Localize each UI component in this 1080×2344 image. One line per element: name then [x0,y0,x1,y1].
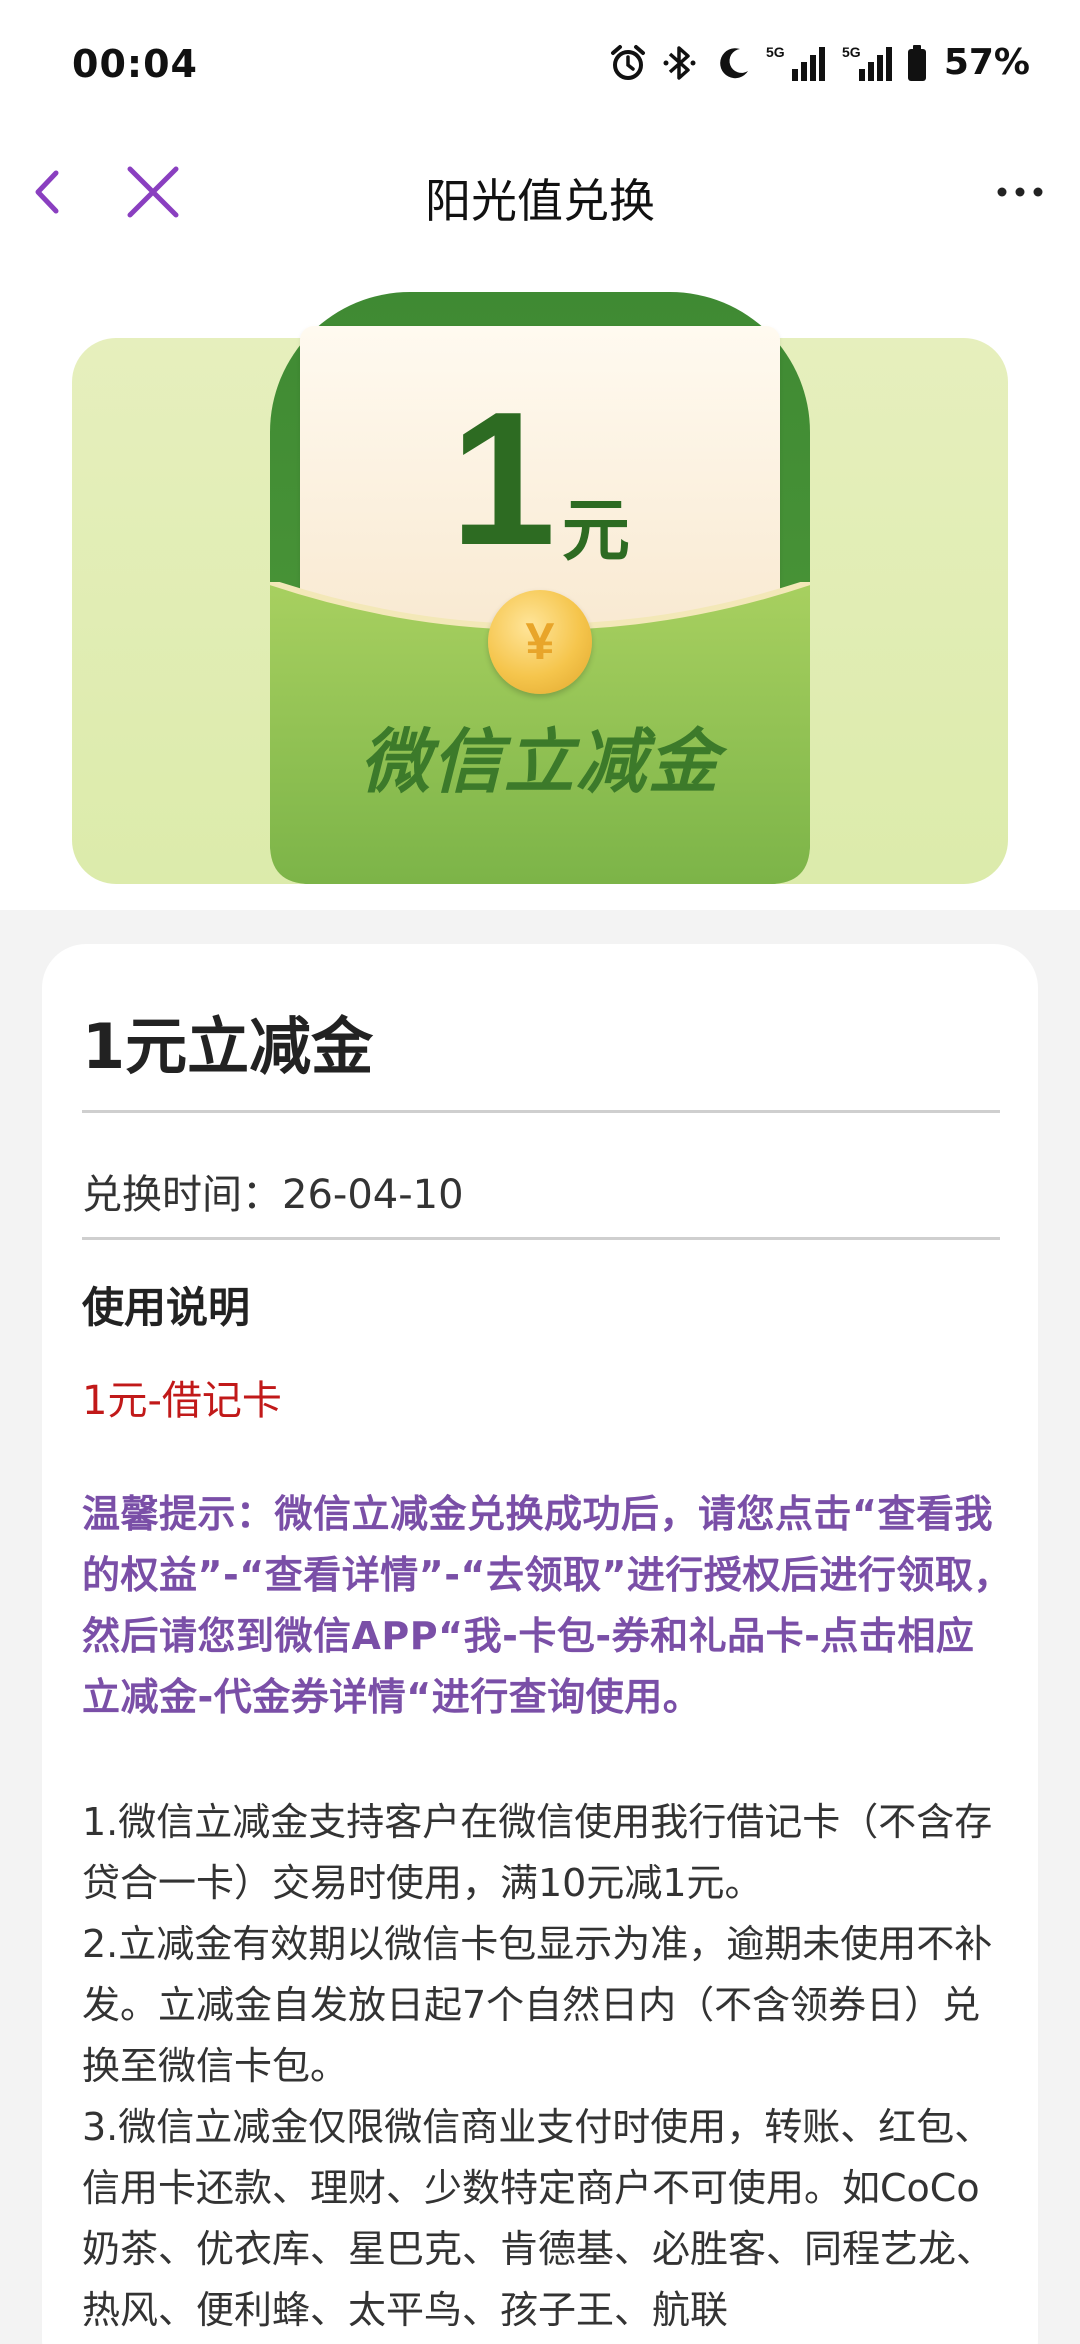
voucher-amount-unit: 元 [561,493,630,569]
rules-list: 1.微信立减金支持客户在微信使用我行借记卡（不含存贷合一卡）交易时使用，满10元… [82,1792,1012,2341]
alarm-icon [610,44,645,80]
back-chevron-icon [35,170,59,214]
red-envelope-illustration: 1元 ¥ 微信立减金 [270,292,810,884]
back-button[interactable] [14,157,84,227]
more-menu-button[interactable] [980,157,1060,227]
coin-icon: ¥ [488,590,592,694]
rule-item: 2.立减金有效期以微信卡包显示为准，逾期未使用不补发。立减金自发放日起7个自然日… [82,1922,993,2088]
bluetooth-icon [663,45,696,80]
divider [82,1237,1000,1240]
voucher-detail-card: 1元立减金 兑换时间：26-04-10 使用说明 1元-借记卡 温馨提示：微信立… [42,944,1038,2344]
card-type-label: 1元-借记卡 [82,1378,282,1424]
voucher-amount: 1元 [300,384,780,574]
rule-item: 1.微信立减金支持客户在微信使用我行借记卡（不含存贷合一卡）交易时使用，满10元… [82,1800,993,1905]
status-time: 00:04 [72,42,198,86]
exchange-time: 兑换时间：26-04-10 [82,1172,464,1218]
rule-item: 3.微信立减金仅限微信商业支付时使用，转账、红包、信用卡还款、理财、少数特定商户… [82,2105,995,2332]
status-bar: 00:04 5G 5G 57% [0,0,1080,135]
battery-percent: 57% [943,42,1030,83]
close-button[interactable] [118,157,188,227]
voucher-title: 1元立减金 [82,1010,374,1083]
envelope-label: 微信立减金 [360,721,720,803]
divider [82,1110,1000,1113]
signal-5g-icon: 5G [842,44,892,81]
warm-tip-text: 温馨提示：微信立减金兑换成功后，请您点击“查看我的权益”-“查看详情”-“去领取… [82,1492,1012,1719]
usage-instructions-title: 使用说明 [82,1283,251,1332]
signal-label-1: 5G [766,44,785,60]
nav-bar: 阳光值兑换 [0,135,1080,250]
more-dots-icon [997,187,1043,197]
battery-icon [907,44,926,81]
signal-5g-icon: 5G [766,44,825,81]
status-icons: 5G 5G 57% [608,42,1030,83]
signal-label-2: 5G [842,44,861,60]
do-not-disturb-moon-icon [720,47,748,78]
close-icon [127,166,179,218]
voucher-amount-number: 1 [450,373,556,585]
